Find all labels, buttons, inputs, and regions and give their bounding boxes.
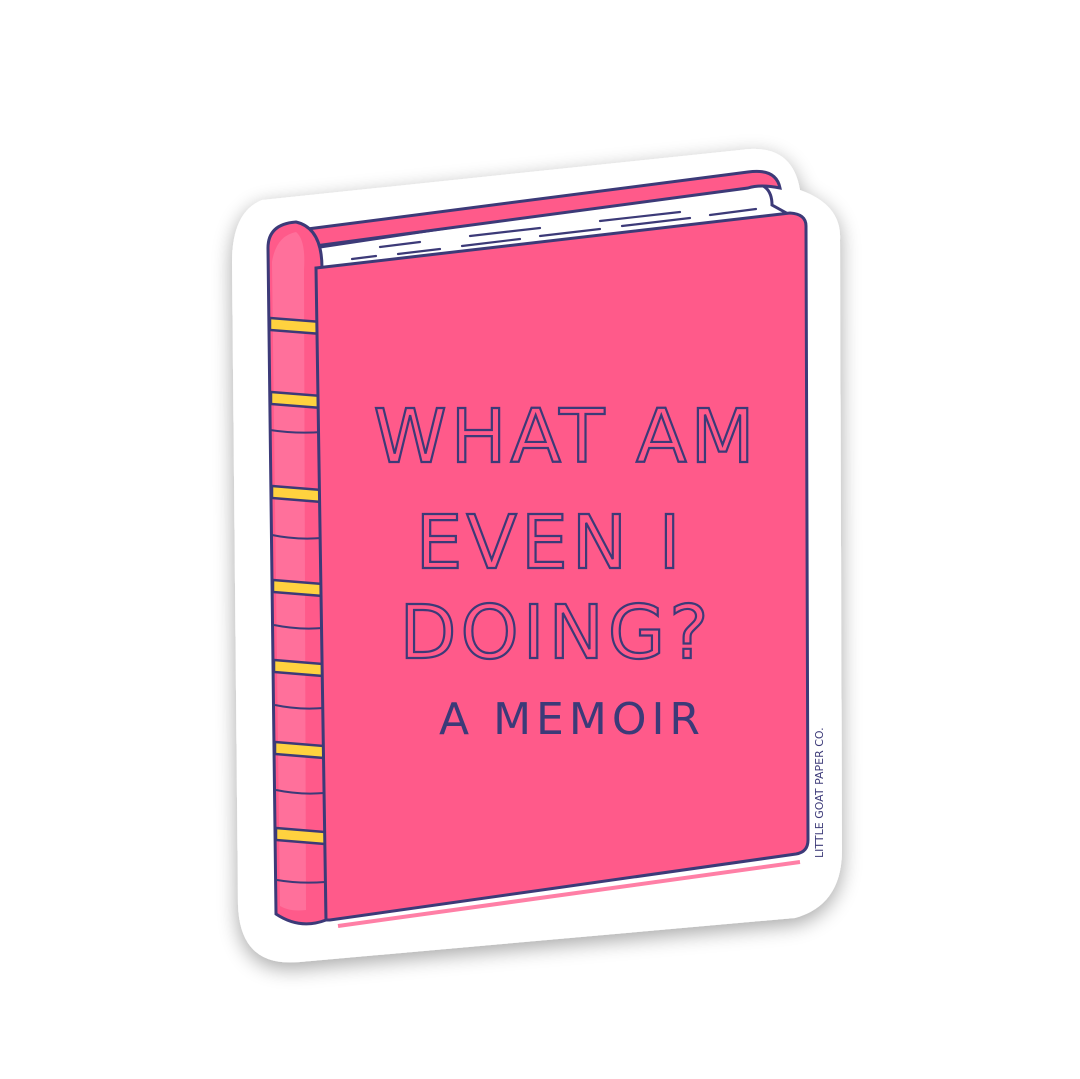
spine-band (273, 740, 326, 760)
spine-band (272, 658, 325, 678)
cover-title-line-3: DOING? (399, 590, 712, 676)
spine-band (271, 578, 325, 598)
book-sticker: WHAT AM EVEN I DOING? A MEMOIR LITTLE GO… (232, 148, 842, 963)
spine-band (269, 390, 324, 410)
cover-title-line-2: EVEN I (416, 500, 685, 586)
spine-band (274, 826, 327, 846)
cover-title-line-1: WHAT AM (374, 394, 759, 480)
spine-band (270, 484, 324, 504)
brand-mark: LITTLE GOAT PAPER CO. (813, 727, 826, 858)
spine-band (268, 316, 324, 336)
cover-subtitle: A MEMOIR (439, 694, 705, 745)
sticker-stage: WHAT AM EVEN I DOING? A MEMOIR LITTLE GO… (0, 0, 1080, 1079)
